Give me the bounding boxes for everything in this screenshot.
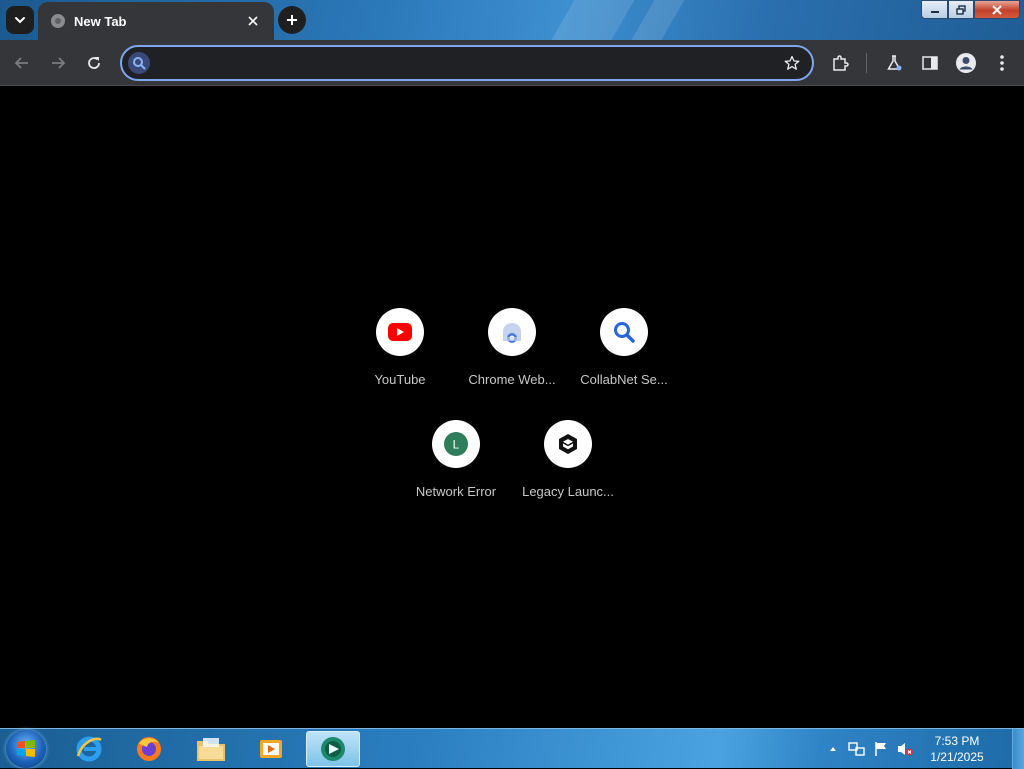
volume-control[interactable]	[894, 738, 916, 760]
extensions-button[interactable]	[825, 48, 855, 78]
shortcut-tile[interactable]: CollabNet Se...	[568, 300, 680, 404]
reload-button[interactable]	[79, 48, 109, 78]
shortcut-tile[interactable]: YouTube	[344, 300, 456, 404]
flask-icon	[887, 55, 902, 71]
bookmark-star-icon[interactable]	[780, 51, 804, 75]
network-status[interactable]	[846, 738, 868, 760]
close-tab-icon[interactable]	[244, 12, 262, 30]
collabnet-search-icon	[614, 322, 635, 343]
windows-logo-icon	[17, 740, 35, 757]
windows-taskbar: 7:53 PM 1/21/2025	[0, 728, 1024, 769]
chrome-web-store-icon	[503, 323, 521, 343]
browser-toolbar	[0, 40, 1024, 86]
kebab-menu-icon	[1000, 55, 1004, 71]
puzzle-icon	[833, 55, 849, 71]
browser-titlebar: New Tab	[0, 0, 1024, 40]
shortcut-icon-container	[544, 420, 592, 468]
media-player-icon	[260, 740, 282, 758]
restore-icon	[956, 4, 966, 15]
shortcut-tile[interactable]: L Network Error	[400, 412, 512, 516]
chevron-down-icon	[15, 17, 25, 24]
shortcut-tile[interactable]: Legacy Launc...	[512, 412, 624, 516]
shortcut-label: YouTube	[374, 372, 426, 387]
tab-new-tab[interactable]: New Tab	[38, 2, 274, 40]
system-tray: 7:53 PM 1/21/2025	[822, 729, 1024, 769]
shortcut-label: Chrome Web...	[468, 372, 556, 387]
plus-icon	[287, 15, 297, 25]
show-hidden-icons-button[interactable]	[822, 738, 844, 760]
shortcut-icon-container: L	[432, 420, 480, 468]
forward-button[interactable]	[43, 48, 73, 78]
menu-button[interactable]	[987, 48, 1017, 78]
search-icon	[128, 52, 150, 74]
letter-l-icon: L	[444, 432, 468, 456]
shortcut-tile[interactable]: Chrome Web...	[456, 300, 568, 404]
address-input[interactable]	[156, 51, 776, 75]
reload-icon	[88, 57, 100, 69]
address-bar[interactable]	[120, 45, 814, 81]
clock-time: 7:53 PM	[934, 734, 980, 748]
file-explorer-icon	[197, 738, 225, 761]
shortcut-icon-container	[488, 308, 536, 356]
avatar-icon	[956, 53, 976, 73]
side-panel-icon	[922, 56, 938, 70]
chrome-icon	[321, 737, 345, 761]
restore-button[interactable]	[948, 0, 974, 19]
taskbar-file-explorer[interactable]	[184, 731, 238, 767]
clock-date: 1/21/2025	[930, 750, 984, 764]
tab-title: New Tab	[74, 13, 127, 29]
side-panel-button[interactable]	[915, 48, 945, 78]
close-icon	[992, 4, 1002, 15]
toolbar-separator	[866, 53, 867, 73]
minimize-icon	[930, 10, 939, 13]
window-controls	[921, 0, 1020, 19]
shortcut-icon-container	[376, 308, 424, 356]
titlebar-glare	[534, 0, 646, 40]
new-tab-button[interactable]	[278, 6, 306, 34]
legacy-launcher-icon	[559, 434, 577, 454]
action-center[interactable]	[870, 738, 892, 760]
labs-button[interactable]	[879, 48, 909, 78]
new-tab-page: YouTube Chrome Web... CollabNet Se... L …	[0, 87, 1024, 728]
chevron-up-icon	[830, 747, 836, 751]
shortcut-label: Network Error	[415, 484, 497, 499]
shortcut-label: CollabNet Se...	[580, 372, 668, 387]
globe-icon	[50, 13, 66, 29]
start-button[interactable]	[6, 730, 46, 768]
profile-button[interactable]	[951, 48, 981, 78]
show-desktop-button[interactable]	[1012, 729, 1024, 769]
taskbar-internet-explorer[interactable]	[62, 731, 116, 767]
arrow-left-icon	[14, 57, 28, 69]
svg-text:L: L	[453, 438, 460, 452]
minimize-button[interactable]	[921, 0, 948, 19]
taskbar-clock[interactable]: 7:53 PM 1/21/2025	[918, 733, 996, 765]
arrow-right-icon	[52, 57, 66, 69]
firefox-icon	[137, 737, 161, 761]
shortcut-icon-container	[600, 308, 648, 356]
tab-search-button[interactable]	[6, 6, 34, 34]
taskbar-media-player[interactable]	[244, 731, 298, 767]
back-button[interactable]	[7, 48, 37, 78]
youtube-icon	[388, 323, 412, 341]
close-window-button[interactable]	[974, 0, 1020, 19]
speaker-muted-icon	[898, 743, 913, 756]
shortcut-label: Legacy Launc...	[522, 484, 614, 499]
network-icon	[848, 742, 865, 756]
taskbar-firefox[interactable]	[122, 731, 176, 767]
flag-icon	[875, 742, 886, 756]
internet-explorer-icon	[76, 736, 102, 762]
taskbar-chrome[interactable]	[306, 731, 360, 767]
